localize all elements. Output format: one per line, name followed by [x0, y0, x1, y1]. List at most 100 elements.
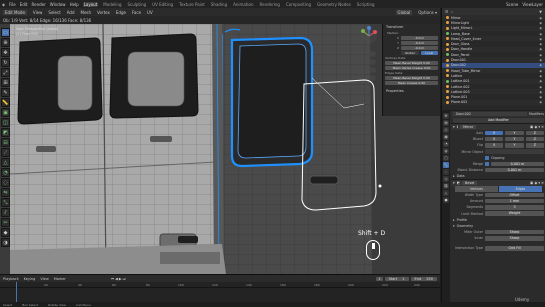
- timeline-ruler[interactable]: 20 40 60 80 100 120 140 160 180 200 220 …: [0, 282, 440, 288]
- options-button[interactable]: Options ▾: [418, 10, 440, 15]
- shrink-tool-icon[interactable]: ⤡: [1, 198, 10, 207]
- bevel-edges-toggle[interactable]: Edges: [499, 185, 542, 192]
- median-y-field[interactable]: -0.0 m: [401, 40, 438, 45]
- mean-vertex-crease-field[interactable]: Mean Vertex Crease 0.00: [385, 65, 438, 70]
- object-tab-icon[interactable]: ▢: [443, 155, 449, 161]
- menu-file[interactable]: File: [9, 2, 16, 7]
- modifier-visibility-icons[interactable]: ▣ ◉ ▾ ✕: [530, 125, 545, 129]
- bevel-name[interactable]: Bevel: [461, 181, 478, 186]
- bisect-x-toggle[interactable]: X: [485, 136, 504, 142]
- axis-x-toggle[interactable]: X: [485, 130, 504, 136]
- menu-window[interactable]: Window: [50, 2, 66, 7]
- amount-field[interactable]: 1 mm: [485, 198, 544, 204]
- edge-slide-tool-icon[interactable]: ⇋: [1, 188, 10, 197]
- view-layer-selector[interactable]: ViewLayer: [522, 2, 543, 7]
- workspace-tab-texture-paint[interactable]: Texture Paint: [178, 2, 206, 7]
- shear-tool-icon[interactable]: ⫽: [1, 208, 10, 217]
- merge-distance-field[interactable]: 0.001 m: [491, 161, 544, 167]
- menu-view[interactable]: View: [33, 10, 43, 15]
- workspace-tab-shading[interactable]: Shading: [210, 2, 228, 7]
- workspace-tab-sculpting[interactable]: Sculpting: [127, 2, 148, 7]
- scene-tab-icon[interactable]: ◔: [443, 141, 449, 147]
- menu-mesh[interactable]: Mesh: [81, 10, 92, 15]
- flip-x-toggle[interactable]: X: [485, 143, 504, 148]
- cursor-tool-icon[interactable]: ⊕: [1, 38, 10, 47]
- visibility-eye-icon[interactable]: ◉: [539, 26, 542, 30]
- outliner-display-mode-icon[interactable]: ☰: [445, 10, 448, 14]
- menu-select[interactable]: Select: [48, 10, 60, 15]
- intersection-type-select[interactable]: Grid Fill: [485, 246, 544, 251]
- expand-chevron-icon[interactable]: ▾: [453, 181, 455, 185]
- visibility-eye-icon[interactable]: ◉: [539, 63, 542, 67]
- workspace-tab-geometry-nodes[interactable]: Geometry Nodes: [316, 2, 352, 7]
- modifier-tab-icon[interactable]: 🔧: [443, 162, 449, 168]
- menu-help[interactable]: Help: [70, 2, 79, 7]
- edge-bevel-weight-field[interactable]: Mean Bevel Weight 0.00: [385, 75, 438, 80]
- select-box-tool-icon[interactable]: ▭: [1, 28, 10, 37]
- visibility-eye-icon[interactable]: ◉: [539, 32, 542, 36]
- flip-y-toggle[interactable]: Y: [505, 143, 524, 148]
- segments-field[interactable]: 3: [485, 205, 544, 210]
- visibility-eye-icon[interactable]: ◉: [539, 42, 542, 46]
- visibility-eye-icon[interactable]: ◉: [539, 95, 542, 99]
- extrude-tool-icon[interactable]: ▣: [1, 108, 10, 117]
- inner-select[interactable]: Sharp: [485, 236, 544, 241]
- mean-bevel-weight-field[interactable]: Mean Bevel Weight 0.00: [385, 60, 438, 65]
- mirror-name[interactable]: Mirror: [460, 125, 477, 130]
- mirror-object-field[interactable]: [485, 149, 544, 154]
- median-z-field[interactable]: -0.0 m: [401, 45, 438, 50]
- mode-selector[interactable]: Edit Mode: [3, 9, 27, 15]
- loop-cut-tool-icon[interactable]: ⊟: [1, 138, 10, 147]
- paint-tool-icon[interactable]: ◑: [1, 238, 10, 247]
- visibility-eye-icon[interactable]: ◉: [539, 79, 542, 83]
- physics-tab-icon[interactable]: ◎: [443, 176, 449, 182]
- axis-z-toggle[interactable]: Z: [525, 130, 544, 136]
- edge-crease-field[interactable]: Mean Crease 0.00: [385, 80, 438, 85]
- inset-tool-icon[interactable]: ◫: [1, 118, 10, 127]
- outliner-filter-icon[interactable]: ▼: [539, 10, 545, 14]
- orientation-selector[interactable]: Global: [395, 9, 413, 15]
- world-tab-icon[interactable]: ◍: [443, 148, 449, 154]
- axis-y-toggle[interactable]: Y: [505, 130, 524, 136]
- clipping-checkbox[interactable]: [485, 155, 489, 160]
- visibility-eye-icon[interactable]: ◉: [539, 47, 542, 51]
- move-tool-icon[interactable]: ✥: [1, 48, 10, 57]
- workspace-tab-modeling[interactable]: Modeling: [102, 2, 122, 7]
- visibility-eye-icon[interactable]: ◉: [539, 16, 542, 20]
- limit-method-select[interactable]: Weight: [485, 211, 544, 216]
- particles-tab-icon[interactable]: ∴: [443, 169, 449, 175]
- bisect-z-toggle[interactable]: Z: [525, 136, 544, 142]
- constraints-tab-icon[interactable]: ⛓: [443, 183, 449, 189]
- median-x-field[interactable]: -0.0 m: [401, 35, 438, 40]
- end-frame-field[interactable]: End 250: [410, 276, 437, 281]
- object-name-field[interactable]: Door.002: [453, 112, 527, 117]
- rotate-tool-icon[interactable]: ↻: [1, 58, 10, 67]
- bisect-distance-field[interactable]: 0.001 m: [485, 167, 544, 173]
- visibility-eye-icon[interactable]: ◉: [539, 37, 542, 41]
- rip-tool-icon[interactable]: ✂: [1, 218, 10, 227]
- merge-checkbox[interactable]: [485, 161, 489, 166]
- play-controls[interactable]: ⏮ ◀ ▶ ⏭: [111, 277, 126, 281]
- output-tab-icon[interactable]: ⎙: [443, 127, 449, 133]
- bevel-tool-icon[interactable]: ◩: [1, 128, 10, 137]
- measure-tool-icon[interactable]: 📏: [1, 98, 10, 107]
- visibility-eye-icon[interactable]: ◉: [539, 53, 542, 57]
- menu-vertex[interactable]: Vertex: [97, 10, 110, 15]
- workspace-tab-animation[interactable]: Animation: [232, 2, 254, 7]
- workspace-tab-scripting[interactable]: Scripting: [356, 2, 376, 7]
- render-tab-icon[interactable]: ▤: [443, 120, 449, 126]
- blender-logo-icon[interactable]: ◈: [2, 2, 5, 7]
- spin-tool-icon[interactable]: ◔: [1, 168, 10, 177]
- outliner-item[interactable]: Plane.002 ◉: [442, 99, 545, 106]
- bevel-vertices-toggle[interactable]: Vertices: [455, 185, 498, 192]
- scene-selector[interactable]: Scene: [506, 2, 518, 7]
- workspace-tab-uv-editing[interactable]: UV Editing: [151, 2, 174, 7]
- navigation-gizmo[interactable]: [358, 26, 380, 86]
- workspace-tab-layout[interactable]: Layout: [82, 1, 99, 7]
- knife-tool-icon[interactable]: ⟋: [1, 148, 10, 157]
- workspace-tab-compositing[interactable]: Compositing: [285, 2, 312, 7]
- start-frame-field[interactable]: Start 1: [384, 276, 409, 281]
- modifier-visibility-icons[interactable]: ▣ ◉ ▾ ✕: [530, 181, 545, 185]
- current-frame-field[interactable]: 1: [376, 276, 383, 281]
- global-toggle[interactable]: Global: [401, 50, 419, 55]
